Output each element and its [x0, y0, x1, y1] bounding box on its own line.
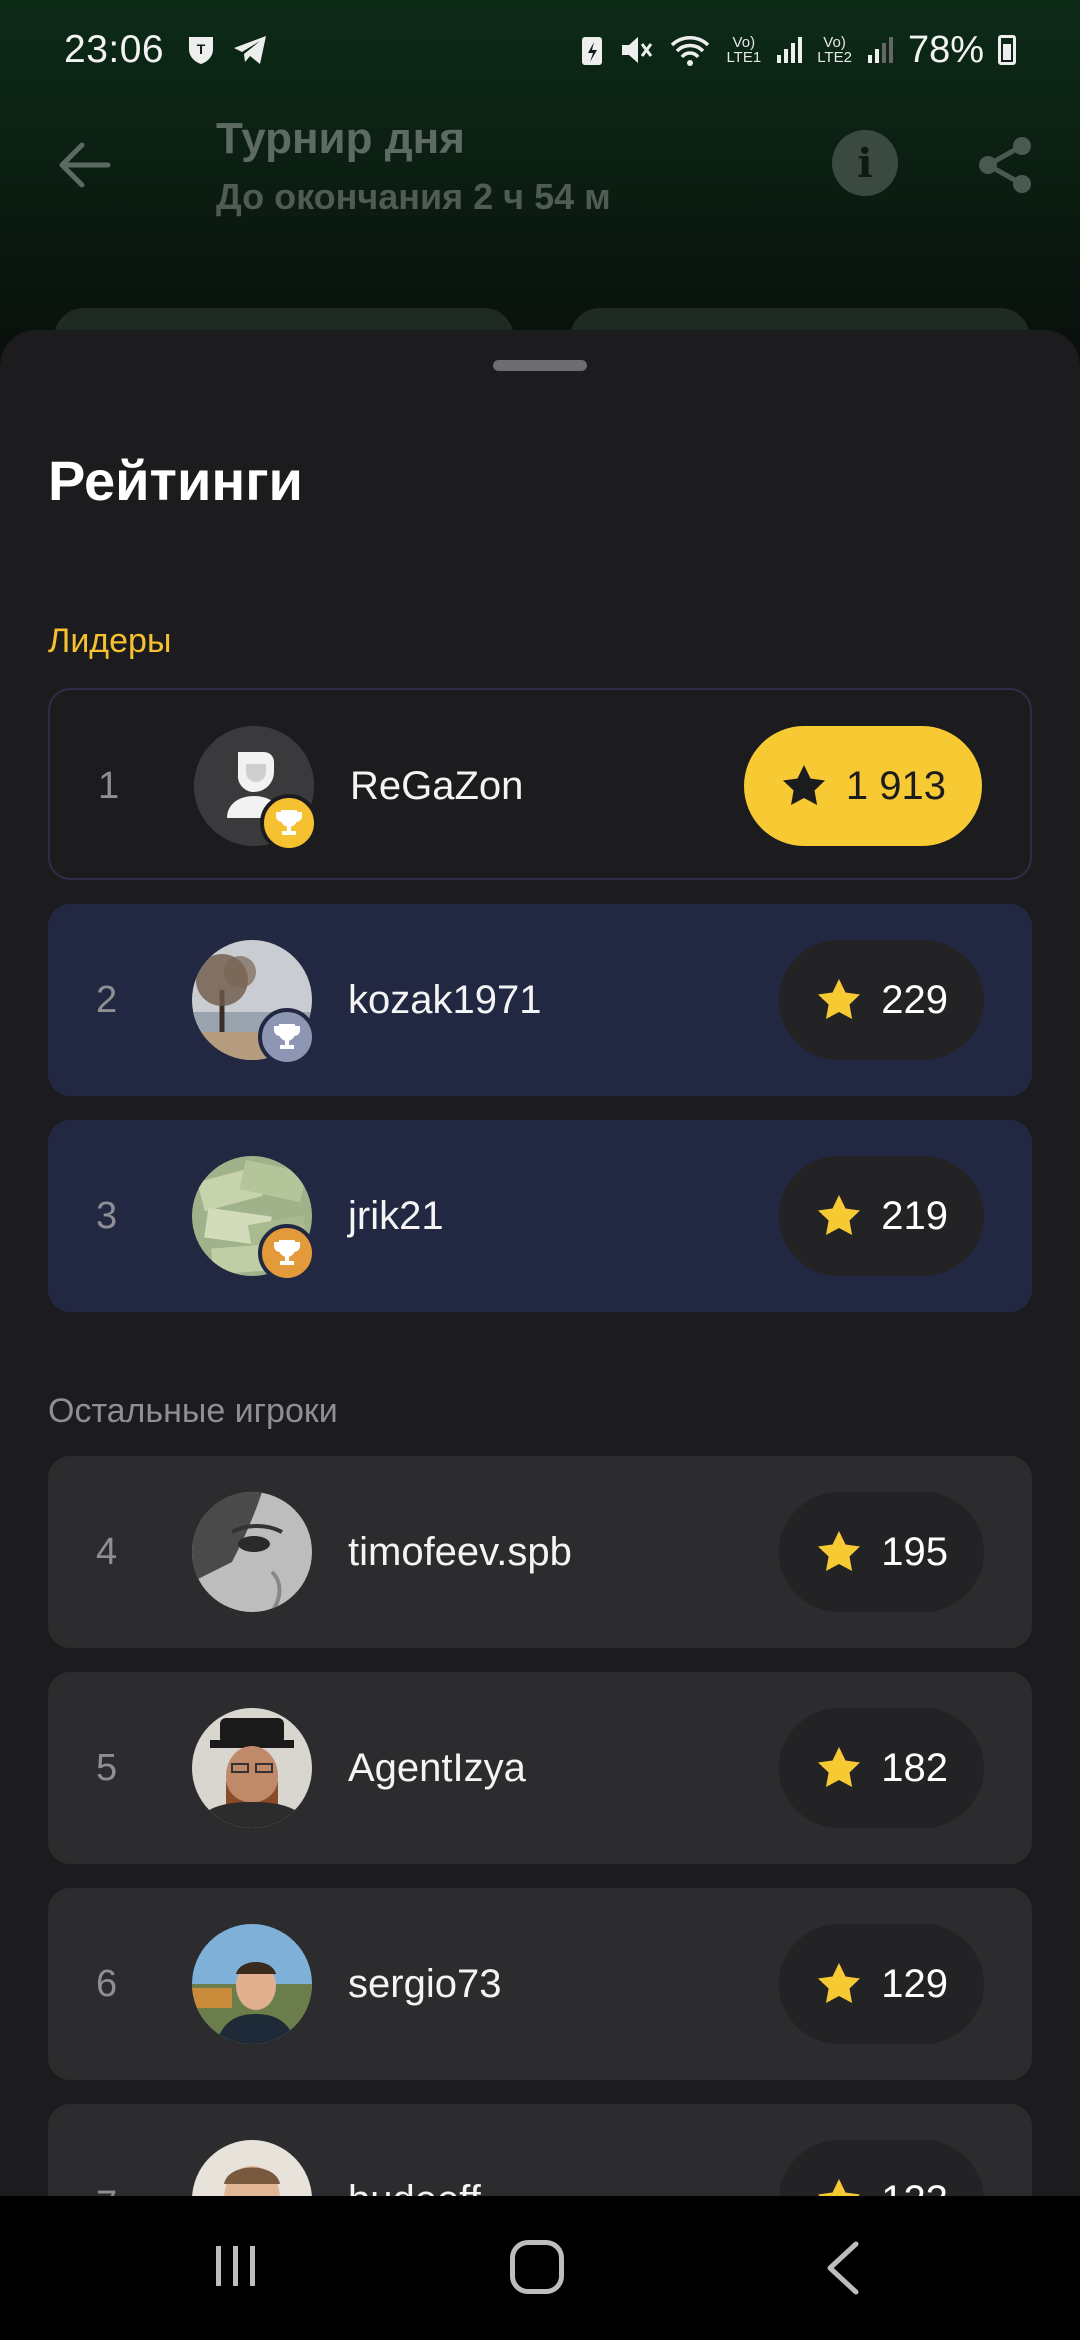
telegram-icon — [234, 36, 267, 64]
score-value: 219 — [881, 1193, 948, 1238]
status-time: 23:06 — [64, 28, 165, 71]
photo-man-hat — [192, 1708, 312, 1828]
score-value: 195 — [881, 1529, 948, 1574]
ratings-sheet: Рейтинги Лидеры 1 ReGaZon 1 913 2 kozak1… — [0, 330, 1080, 2196]
leaderboard-row[interactable]: 3 jrik21 219 — [48, 1120, 1032, 1312]
battery-saver-icon — [582, 37, 603, 65]
star-icon — [818, 1963, 861, 2003]
score-value: 182 — [881, 1745, 948, 1790]
network-label-2: LTE2 — [817, 49, 852, 66]
rank-number: 4 — [96, 1530, 118, 1573]
leaderboard-row[interactable]: 6 sergio73 129 — [48, 1888, 1032, 2080]
player-name: timofeev.spb — [348, 1529, 572, 1574]
player-name: jrik21 — [348, 1193, 444, 1238]
score-badge: 229 — [779, 940, 984, 1060]
score-badge: 1 913 — [743, 726, 982, 846]
score-badge: 195 — [779, 1492, 984, 1612]
others-section-label: Остальные игроки — [48, 1392, 338, 1430]
avatar — [192, 1708, 312, 1828]
battery-icon — [998, 35, 1016, 65]
status-bar: 23:06 T Vo) LTE1 Vo) LTE2 78% — [0, 0, 1080, 100]
silver-trophy-icon — [258, 1008, 316, 1066]
photo-man — [192, 2140, 312, 2196]
leaderboard-row[interactable]: 2 kozak1971 229 — [48, 904, 1032, 1096]
back-icon[interactable] — [822, 2240, 862, 2296]
rank-number: 1 — [98, 764, 120, 807]
rank-number: 3 — [96, 1194, 118, 1237]
rank-number: 6 — [96, 1962, 118, 2005]
system-nav-bar — [0, 2196, 1080, 2340]
rank-number: 5 — [96, 1746, 118, 1789]
star-icon — [818, 1195, 861, 1235]
score-badge: 219 — [779, 1156, 984, 1276]
score-badge: 129 — [779, 1924, 984, 2044]
home-icon[interactable] — [510, 2240, 564, 2294]
sheet-title: Рейтинги — [48, 449, 303, 512]
photo-man-outdoor — [192, 1924, 312, 2044]
share-icon[interactable] — [974, 134, 1036, 196]
svg-text:T: T — [197, 41, 206, 57]
signal-icon — [777, 37, 803, 63]
shield-notification-icon: T — [189, 37, 214, 64]
info-icon[interactable]: i — [832, 130, 898, 196]
background-screen: 23:06 T Vo) LTE1 Vo) LTE2 78% Турнир дня Д… — [0, 0, 1080, 368]
player-name: ReGaZon — [350, 763, 524, 808]
recent-apps-icon[interactable] — [212, 2242, 260, 2290]
countdown-subtitle: До окончания 2 ч 54 м — [216, 176, 611, 217]
star-icon — [818, 2179, 861, 2196]
star-icon — [782, 765, 825, 805]
player-name: sergio73 — [348, 1961, 502, 2006]
page-title: Турнир дня — [216, 114, 465, 163]
score-value: 229 — [881, 977, 948, 1022]
leaderboard-row[interactable]: 1 ReGaZon 1 913 — [48, 688, 1032, 880]
network-label-1: LTE1 — [726, 49, 762, 66]
rank-number: 2 — [96, 978, 118, 1021]
score-value: 129 — [881, 1961, 948, 2006]
score-value: 123 — [881, 2178, 948, 2197]
score-badge: 182 — [779, 1708, 984, 1828]
leaderboard-row[interactable]: 7 budeeff 123 — [48, 2104, 1032, 2196]
star-icon — [818, 1747, 861, 1787]
signal-icon — [867, 37, 893, 63]
leaderboard-row[interactable]: 4 timofeev.spb 195 — [48, 1456, 1032, 1648]
gold-trophy-icon — [260, 794, 318, 852]
player-name: budeeff — [348, 2178, 481, 2197]
player-name: AgentIzya — [348, 1745, 526, 1790]
player-name: kozak1971 — [348, 977, 542, 1022]
mute-icon — [622, 37, 653, 63]
app-bar: Турнир дня До окончания 2 ч 54 м i — [0, 110, 1080, 220]
avatar — [192, 1924, 312, 2044]
avatar — [192, 2140, 312, 2196]
leaders-section-label: Лидеры — [48, 622, 172, 660]
star-icon — [818, 1531, 861, 1571]
score-value: 1 913 — [845, 763, 946, 808]
battery-percent: 78% — [907, 28, 984, 71]
avatar — [192, 1492, 312, 1612]
leaderboard-row[interactable]: 5 AgentIzya 182 — [48, 1672, 1032, 1864]
photo-face-bw — [192, 1492, 312, 1612]
drag-handle[interactable] — [493, 360, 587, 371]
rank-number: 7 — [96, 2184, 136, 2196]
score-badge: 123 — [779, 2140, 984, 2196]
bronze-trophy-icon — [258, 1224, 316, 1282]
star-icon — [818, 979, 861, 1019]
wifi-icon — [671, 36, 710, 66]
back-arrow-icon[interactable] — [56, 140, 112, 190]
